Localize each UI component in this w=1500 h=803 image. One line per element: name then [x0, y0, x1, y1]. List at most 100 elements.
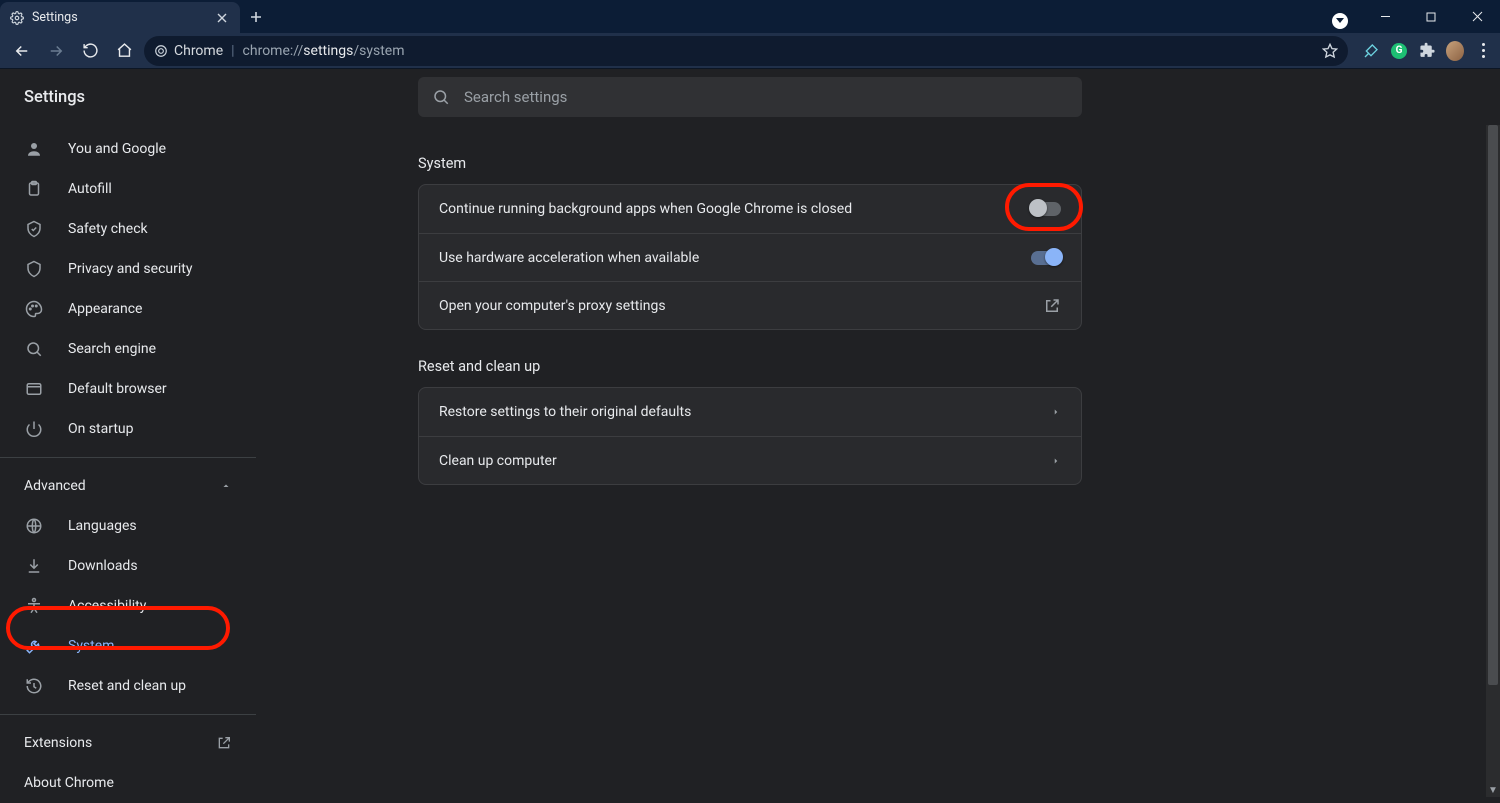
- sidebar-item-label: Autofill: [68, 181, 112, 197]
- profile-avatar[interactable]: [1446, 42, 1464, 60]
- sidebar-item-appearance[interactable]: Appearance: [0, 289, 256, 329]
- sidebar-item-you-and-google[interactable]: You and Google: [0, 129, 256, 169]
- window-titlebar: Settings: [0, 0, 1500, 33]
- sidebar-item-label: Safety check: [68, 221, 148, 237]
- home-button[interactable]: [110, 37, 138, 65]
- extension-icon-2[interactable]: G: [1390, 42, 1408, 60]
- search-icon: [432, 88, 450, 106]
- row-label: Restore settings to their original defau…: [439, 404, 691, 420]
- scroll-down-icon[interactable]: ▼: [1486, 783, 1500, 797]
- profile-indicator-icon[interactable]: [1332, 13, 1348, 29]
- chevron-right-icon: [1051, 407, 1061, 417]
- sidebar-item-privacy[interactable]: Privacy and security: [0, 249, 256, 289]
- globe-icon: [24, 516, 44, 536]
- row-label: Clean up computer: [439, 453, 557, 469]
- sidebar-item-downloads[interactable]: Downloads: [0, 546, 256, 586]
- vertical-scrollbar[interactable]: ▲ ▼: [1486, 125, 1500, 797]
- reload-button[interactable]: [76, 37, 104, 65]
- bookmark-star-icon[interactable]: [1322, 43, 1338, 59]
- extensions-puzzle-icon[interactable]: [1418, 42, 1436, 60]
- sidebar-item-autofill[interactable]: Autofill: [0, 169, 256, 209]
- sidebar-extensions-link[interactable]: Extensions: [0, 723, 256, 763]
- close-tab-icon[interactable]: [214, 10, 230, 26]
- browser-icon: [24, 379, 44, 399]
- shield-check-icon: [24, 219, 44, 239]
- sidebar-item-label: Accessibility: [68, 598, 146, 614]
- row-background-apps[interactable]: Continue running background apps when Go…: [419, 185, 1081, 233]
- browser-toolbar: Chrome | chrome://settings/system G: [0, 33, 1500, 69]
- sidebar-about-link[interactable]: About Chrome: [0, 763, 256, 803]
- sidebar-item-label: On startup: [68, 421, 134, 437]
- search-icon: [24, 339, 44, 359]
- settings-main: System Continue running background apps …: [256, 69, 1500, 797]
- sidebar-item-safety-check[interactable]: Safety check: [0, 209, 256, 249]
- sidebar-item-label: Appearance: [68, 301, 142, 317]
- row-restore-defaults[interactable]: Restore settings to their original defau…: [419, 388, 1081, 436]
- sidebar-item-search-engine[interactable]: Search engine: [0, 329, 256, 369]
- browser-tab[interactable]: Settings: [0, 2, 240, 33]
- open-in-new-icon: [1043, 297, 1061, 315]
- sidebar-about-label: About Chrome: [24, 775, 114, 791]
- site-chip-label: Chrome: [174, 43, 223, 59]
- extension-icon-1[interactable]: [1362, 42, 1380, 60]
- window-controls: [1332, 0, 1500, 33]
- toggle-hardware-accel[interactable]: [1031, 251, 1061, 265]
- settings-search[interactable]: [418, 77, 1082, 117]
- sidebar-item-system[interactable]: System: [0, 626, 256, 666]
- sidebar-advanced-label: Advanced: [24, 478, 86, 494]
- row-hardware-accel[interactable]: Use hardware acceleration when available: [419, 233, 1081, 281]
- row-cleanup-computer[interactable]: Clean up computer: [419, 436, 1081, 484]
- sidebar-item-label: Privacy and security: [68, 261, 192, 277]
- sidebar-item-default-browser[interactable]: Default browser: [0, 369, 256, 409]
- palette-icon: [24, 299, 44, 319]
- sidebar-item-on-startup[interactable]: On startup: [0, 409, 256, 449]
- power-icon: [24, 419, 44, 439]
- omnibox-separator: |: [231, 43, 234, 59]
- system-card: Continue running background apps when Go…: [418, 184, 1082, 330]
- row-proxy-settings[interactable]: Open your computer's proxy settings: [419, 281, 1081, 329]
- sidebar-item-reset[interactable]: Reset and clean up: [0, 666, 256, 706]
- sidebar-separator: [0, 714, 256, 715]
- back-button[interactable]: [8, 37, 36, 65]
- settings-sidebar: You and Google Autofill Safety check Pri…: [0, 69, 256, 797]
- chrome-menu-button[interactable]: [1474, 42, 1492, 60]
- sidebar-item-languages[interactable]: Languages: [0, 506, 256, 546]
- sidebar-separator: [0, 457, 256, 458]
- chevron-right-icon: [1051, 456, 1061, 466]
- sidebar-item-label: Languages: [68, 518, 137, 534]
- page-title: Settings: [24, 88, 85, 107]
- section-title-reset: Reset and clean up: [418, 330, 1500, 387]
- forward-button[interactable]: [42, 37, 70, 65]
- sidebar-item-label: Search engine: [68, 341, 156, 357]
- open-in-new-icon: [216, 735, 232, 751]
- download-icon: [24, 556, 44, 576]
- toggle-background-apps[interactable]: [1031, 202, 1061, 216]
- search-input[interactable]: [464, 88, 1068, 106]
- new-tab-button[interactable]: [240, 0, 272, 33]
- wrench-icon: [24, 636, 44, 656]
- person-icon: [24, 139, 44, 159]
- scrollbar-thumb[interactable]: [1488, 125, 1498, 685]
- reset-card: Restore settings to their original defau…: [418, 387, 1082, 485]
- sidebar-advanced-toggle[interactable]: Advanced: [0, 466, 256, 506]
- omnibox-url: chrome://settings/system: [243, 43, 405, 59]
- gear-icon: [10, 11, 24, 25]
- sidebar-extensions-label: Extensions: [24, 735, 92, 751]
- address-bar[interactable]: Chrome | chrome://settings/system: [144, 36, 1348, 66]
- window-minimize-button[interactable]: [1362, 0, 1408, 33]
- clipboard-icon: [24, 179, 44, 199]
- chevron-up-icon: [220, 480, 232, 492]
- accessibility-icon: [24, 596, 44, 616]
- window-close-button[interactable]: [1454, 0, 1500, 33]
- row-label: Continue running background apps when Go…: [439, 201, 852, 217]
- row-label: Use hardware acceleration when available: [439, 250, 699, 266]
- restore-icon: [24, 676, 44, 696]
- shield-icon: [24, 259, 44, 279]
- sidebar-item-accessibility[interactable]: Accessibility: [0, 586, 256, 626]
- site-chip: Chrome: [154, 43, 223, 59]
- window-maximize-button[interactable]: [1408, 0, 1454, 33]
- chrome-icon: [154, 44, 168, 58]
- section-title-system: System: [418, 139, 1500, 184]
- sidebar-item-label: Default browser: [68, 381, 167, 397]
- row-label: Open your computer's proxy settings: [439, 298, 666, 314]
